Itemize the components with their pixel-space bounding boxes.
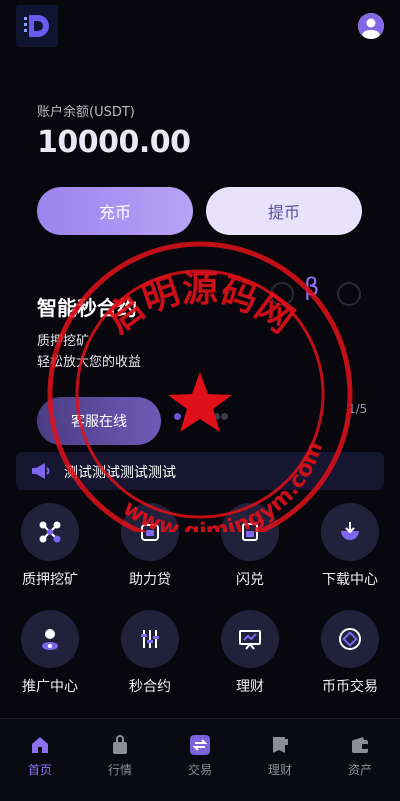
notice-bar[interactable]: 测试测试测试测试	[16, 452, 384, 490]
carousel-dot[interactable]	[213, 413, 220, 420]
feature-label: 质押挖矿	[22, 572, 78, 588]
swap-icon	[221, 503, 279, 561]
coin-outline-icon	[337, 282, 361, 306]
deposit-button[interactable]: 充币	[37, 187, 193, 235]
feature-spot-trading[interactable]: 币币交易	[300, 610, 400, 710]
megaphone-icon	[32, 463, 50, 479]
tab-trade[interactable]: 交易	[160, 735, 240, 785]
feature-label: 币币交易	[322, 679, 378, 695]
feature-label: 理财	[236, 679, 264, 695]
promo-line-2: 轻松放大您的收益	[37, 355, 142, 370]
tab-label: 理财	[267, 763, 292, 777]
tab-label: 行情	[107, 763, 132, 777]
feature-swap[interactable]: 闪兑	[200, 503, 300, 603]
finance-icon	[270, 735, 290, 755]
carousel-dot-active[interactable]	[174, 413, 181, 420]
network-icon	[21, 503, 79, 561]
home-icon	[30, 735, 50, 755]
feature-label: 闪兑	[236, 572, 264, 588]
logo-d-icon	[24, 15, 49, 37]
avatar[interactable]	[358, 13, 384, 39]
feature-label: 下载中心	[322, 572, 378, 588]
top-bar	[0, 0, 400, 60]
feature-label: 秒合约	[129, 679, 171, 695]
app-logo[interactable]	[16, 5, 58, 47]
tab-label: 资产	[347, 763, 372, 777]
exchange-icon	[190, 735, 210, 755]
tab-assets[interactable]: 资产	[320, 735, 400, 785]
presentation-icon	[221, 610, 279, 668]
feature-label: 推广中心	[22, 679, 78, 695]
sliders-icon	[121, 610, 179, 668]
wallet-icon	[350, 735, 370, 755]
tab-finance[interactable]: 理财	[240, 735, 320, 785]
withdraw-button[interactable]: 提币	[206, 187, 362, 235]
feature-download-center[interactable]: 下载中心	[300, 503, 400, 603]
feature-label: 助力贷	[129, 572, 171, 588]
balance-value: 10000.00	[37, 125, 191, 160]
beta-icon: β	[304, 273, 320, 301]
tab-home[interactable]: 首页	[0, 735, 80, 785]
promo-line-1: 质押挖矿	[37, 334, 90, 349]
tab-label: 交易	[187, 763, 212, 777]
carousel-dot[interactable]	[200, 413, 207, 420]
promo-title: 智能秒合约	[37, 296, 137, 320]
carousel-dot[interactable]	[187, 413, 194, 420]
feature-staking-mining[interactable]: 质押挖矿	[0, 503, 100, 603]
notice-text: 测试测试测试测试	[64, 465, 176, 481]
user-icon	[358, 13, 384, 39]
bottom-tab-bar: 首页 行情 交易 理财 资产	[0, 718, 400, 801]
coin-outline-icon	[270, 282, 294, 306]
balance-label: 账户余额(USDT)	[37, 105, 135, 120]
download-icon	[321, 503, 379, 561]
feature-promotion-center[interactable]: 推广中心	[0, 610, 100, 710]
feature-loan[interactable]: 助力贷	[100, 503, 200, 603]
tab-market[interactable]: 行情	[80, 735, 160, 785]
loan-icon	[121, 503, 179, 561]
feature-seconds-contract[interactable]: 秒合约	[100, 610, 200, 710]
bag-icon	[110, 735, 130, 755]
customer-service-button[interactable]: 客服在线	[37, 397, 161, 445]
carousel-page-indicator: 1/5	[348, 402, 368, 416]
coin-icon	[321, 610, 379, 668]
user-location-icon	[21, 610, 79, 668]
feature-wealth-management[interactable]: 理财	[200, 610, 300, 710]
tab-label: 首页	[27, 763, 52, 777]
carousel-dot[interactable]	[221, 413, 228, 420]
